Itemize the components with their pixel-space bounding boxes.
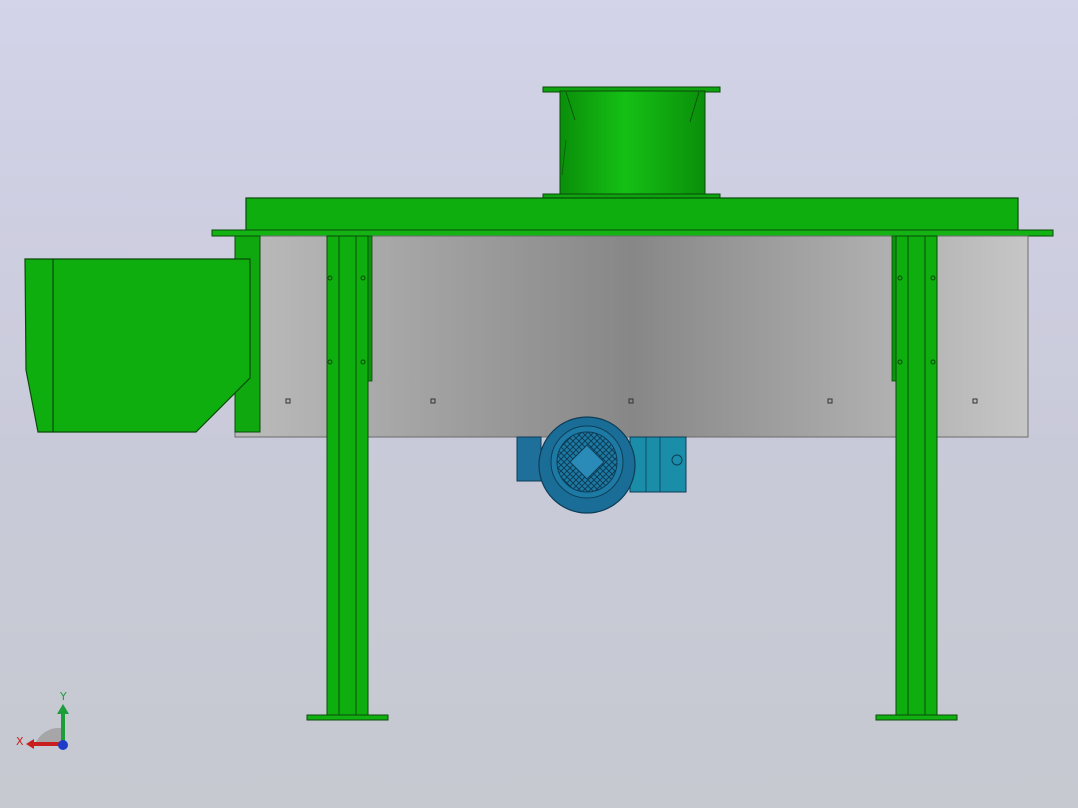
axis-triad: Y X bbox=[16, 690, 69, 750]
triad-y-arrow bbox=[57, 704, 69, 714]
triad-x-arrow bbox=[26, 739, 34, 749]
triad-origin bbox=[58, 740, 68, 750]
triad-y-label: Y bbox=[59, 690, 67, 703]
top-frame[interactable] bbox=[211, 197, 1054, 237]
cad-scene[interactable]: Y X bbox=[0, 0, 1078, 808]
inlet-drum[interactable] bbox=[542, 86, 721, 199]
cad-viewport[interactable]: Y X bbox=[0, 0, 1078, 808]
triad-x-label: X bbox=[16, 735, 24, 748]
side-hood[interactable] bbox=[24, 258, 251, 433]
